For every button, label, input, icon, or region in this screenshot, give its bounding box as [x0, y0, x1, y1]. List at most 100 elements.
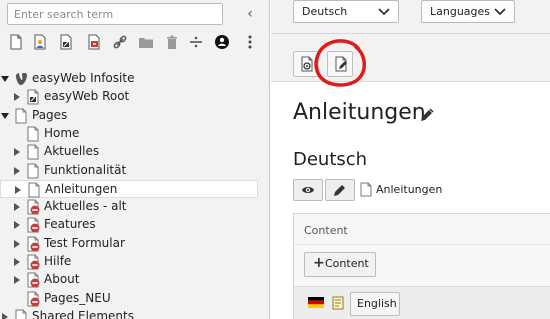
tree-search-input[interactable] — [7, 3, 223, 25]
link-button[interactable] — [110, 32, 130, 52]
tree-item[interactable]: Anleitungen — [0, 179, 258, 198]
tree-item[interactable]: About — [0, 271, 258, 289]
folder-button[interactable] — [136, 32, 156, 52]
view-page-icon — [301, 56, 313, 72]
tree-item-label: Home — [44, 125, 80, 140]
translate-english-button[interactable]: English — [350, 292, 400, 316]
caret-down-icon[interactable] — [1, 74, 9, 84]
page-icon — [28, 182, 40, 198]
tree-item[interactable]: Shared Elements — [0, 308, 258, 319]
caret-right-icon[interactable] — [14, 185, 22, 195]
add-content-button[interactable]: + Content — [304, 252, 376, 277]
page-icon — [27, 126, 39, 142]
page-icon — [360, 182, 372, 197]
backend-layout-button[interactable] — [212, 32, 232, 52]
pencil-icon — [334, 185, 345, 196]
caret-right-icon[interactable] — [1, 312, 9, 319]
tree-item[interactable]: Pages_NEU — [0, 290, 258, 308]
tree-item[interactable]: Aktuelles — [0, 143, 258, 161]
pencil-icon[interactable] — [420, 108, 434, 122]
tree-item-label: Anleitungen — [45, 181, 118, 196]
divider — [294, 244, 550, 245]
caret-down-icon[interactable] — [1, 111, 9, 121]
tree-item-label: Pages — [32, 107, 68, 122]
page-icon — [15, 309, 27, 319]
tree-item[interactable]: Aktuelles - alt — [0, 198, 258, 216]
tree-item[interactable]: easyWeb Root — [0, 88, 258, 106]
preview-button[interactable] — [293, 179, 323, 201]
more-vertical-button[interactable] — [240, 32, 260, 52]
page-action-bar — [271, 34, 550, 82]
new-page-icon — [10, 34, 22, 50]
edit-button[interactable] — [325, 179, 355, 201]
page-hidden-icon — [27, 217, 40, 233]
page-icon — [27, 144, 39, 160]
folder-icon — [139, 38, 153, 48]
tree-item-label: Funktionalität — [44, 162, 127, 177]
tree-item-label: Aktuelles — [44, 144, 100, 159]
tree-item[interactable]: Pages — [0, 107, 258, 125]
collapse-tree-button[interactable]: ‹ — [240, 5, 260, 23]
page-icon — [15, 108, 27, 124]
caret-right-icon[interactable] — [13, 202, 21, 212]
page-hidden-icon — [27, 236, 40, 252]
languages-select[interactable]: Languages — [421, 0, 515, 23]
caret-right-icon[interactable] — [13, 220, 21, 230]
content-column-header: Content — [304, 224, 348, 237]
new-page-external-button[interactable] — [84, 32, 104, 52]
tree-item-label: Features — [44, 217, 96, 232]
more-vertical-icon — [248, 35, 252, 49]
tree-item[interactable]: Home — [0, 125, 258, 143]
tree-item-label: Shared Elements — [32, 308, 134, 319]
chevron-down-icon — [494, 8, 506, 16]
caret-right-icon[interactable] — [13, 147, 21, 157]
new-page-user-button[interactable] — [30, 32, 50, 52]
translation-page-icon — [332, 296, 344, 310]
new-page-shortcut-button[interactable] — [56, 32, 76, 52]
new-page-shortcut-icon — [60, 34, 72, 50]
tree-item-label: Hilfe — [44, 254, 72, 268]
page-tree-panel: ‹ easyWeb Infosite easyWeb Root Pages Home A… — [0, 0, 270, 319]
page-hidden-icon — [27, 254, 40, 270]
german-flag-icon — [308, 297, 324, 308]
trash-button[interactable] — [162, 32, 182, 52]
plus-icon: + — [313, 255, 325, 271]
caret-right-icon[interactable] — [13, 239, 21, 249]
page-icon — [27, 163, 39, 178]
new-page-user-icon — [34, 34, 46, 50]
divider-icon — [190, 36, 202, 48]
tree-item-label: Pages_NEU — [44, 290, 111, 305]
divider-button[interactable] — [186, 32, 206, 52]
view-page-button[interactable] — [293, 51, 319, 77]
caret-right-icon[interactable] — [13, 257, 21, 267]
tree-item[interactable]: easyWeb Infosite — [0, 70, 258, 88]
tree-item-label: Test Formular — [44, 235, 125, 250]
tree-item-label: Aktuelles - alt — [44, 199, 127, 214]
tree-toolbar — [0, 29, 269, 55]
content-column: Content + Content English — [293, 213, 550, 319]
page-title: Anleitungen — [293, 100, 426, 125]
page-hidden-icon — [27, 199, 40, 215]
caret-right-icon[interactable] — [13, 275, 21, 285]
caret-right-icon[interactable] — [13, 166, 21, 176]
tree-item[interactable]: Test Formular — [0, 235, 258, 253]
languages-select-value: Languages — [430, 5, 491, 18]
page-hidden-icon — [27, 272, 40, 288]
new-page-button[interactable] — [6, 32, 26, 52]
language-select[interactable]: Deutsch — [293, 0, 399, 23]
edit-page-properties-button[interactable] — [327, 51, 353, 77]
backend-layout-icon — [215, 35, 229, 49]
tree-item-label: About — [44, 272, 80, 287]
language-select-value: Deutsch — [302, 5, 348, 18]
new-page-external-icon — [88, 34, 100, 50]
tree-item[interactable]: Hilfe — [0, 253, 258, 271]
typo3-logo-icon — [16, 73, 27, 85]
caret-right-icon[interactable] — [13, 92, 21, 102]
tree-item[interactable]: Features — [0, 216, 258, 234]
link-icon — [113, 35, 127, 49]
edit-page-properties-icon — [335, 56, 347, 72]
eye-icon — [302, 187, 314, 193]
language-row: English — [294, 286, 550, 319]
tree-item[interactable]: Funktionalität — [0, 162, 258, 180]
add-content-label: Content — [325, 257, 369, 270]
